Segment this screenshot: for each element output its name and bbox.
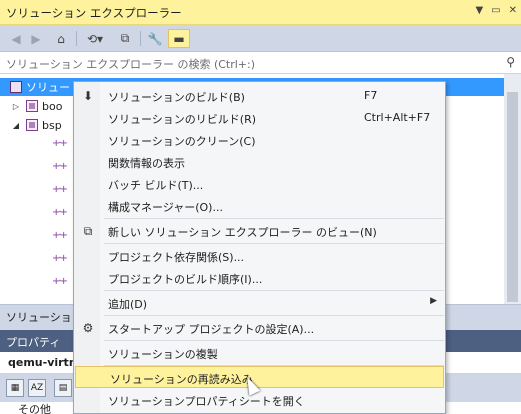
menu-item-project-dependencies[interactable]: プロジェクト依存関係(S)...	[74, 245, 445, 267]
file-icon: +·+	[52, 161, 68, 172]
menu-item-build-solution[interactable]: ⬇ ソリューションのビルド(B) F7	[74, 85, 445, 107]
search-icon[interactable]: ⚲	[506, 55, 515, 69]
menu-item-project-build-order[interactable]: プロジェクトのビルド順序(I)...	[74, 267, 445, 289]
solution-explorer-title-bar: ソリューション エクスプローラー ▼ ▭ ✕	[0, 0, 521, 25]
history-icon[interactable]: ⟲▾	[82, 29, 108, 48]
menu-item-set-startup-projects[interactable]: ⚙ スタートアップ プロジェクトの設定(A)...	[74, 317, 445, 339]
properties-wrench-icon[interactable]: 🔧	[146, 29, 164, 48]
property-pages-icon[interactable]: ▤	[54, 379, 72, 397]
collapse-all-icon[interactable]: ⧉	[116, 29, 134, 48]
file-icon: +·+	[52, 184, 68, 195]
menu-item-clean-solution[interactable]: ソリューションのクリーン(C)	[74, 129, 445, 151]
pin-icon[interactable]: ▭	[491, 5, 500, 16]
search-input[interactable]: ソリューション エクスプローラー の検索 (Ctrl+:)	[6, 56, 255, 72]
tab-solution-explorer[interactable]: ソリューション	[6, 309, 83, 325]
new-view-icon: ⧉	[83, 224, 93, 238]
menu-item-reload-solution[interactable]: ソリューションの再読み込み	[75, 366, 444, 388]
solution-explorer-toolbar: ◀ ▶ ⌂ ⟲▾ ⧉ 🔧 ▬	[0, 25, 521, 52]
collapse-icon[interactable]: ◢	[10, 121, 22, 130]
file-icon: +·+	[52, 138, 68, 149]
submenu-arrow-icon: ▶	[430, 296, 437, 306]
expand-icon[interactable]: ▷	[10, 102, 22, 111]
solution-explorer-search[interactable]: ソリューション エクスプローラー の検索 (Ctrl+:) ⚲	[0, 52, 521, 74]
tree-item-label: bsp	[42, 118, 62, 132]
file-icon: +·+	[52, 230, 68, 241]
solution-icon	[10, 81, 22, 93]
alphabetical-icon[interactable]: AZ	[28, 379, 46, 397]
project-icon	[26, 119, 38, 131]
menu-item-open-property-sheet[interactable]: ソリューションプロパティシートを開く	[74, 389, 445, 411]
solution-explorer-title: ソリューション エクスプローラー	[6, 6, 182, 20]
file-icon: +·+	[52, 276, 68, 287]
menu-item-configuration-manager[interactable]: 構成マネージャー(O)...	[74, 195, 445, 217]
context-menu: ⬇ ソリューションのビルド(B) F7 ソリューションのリビルド(R) Ctrl…	[73, 81, 446, 414]
back-icon[interactable]: ◀	[8, 29, 24, 48]
forward-icon[interactable]: ▶	[28, 29, 44, 48]
properties-title: プロパティ	[6, 336, 61, 349]
properties-object-name: qemu-virtm	[8, 356, 81, 369]
file-icon: +·+	[52, 253, 68, 264]
close-icon[interactable]: ✕	[509, 5, 517, 16]
preview-icon[interactable]: ▬	[168, 29, 190, 48]
gear-icon: ⚙	[82, 321, 94, 335]
menu-item-duplicate-solution[interactable]: ソリューションの複製	[74, 342, 445, 364]
tree-item-project[interactable]: ◢ bsp	[10, 116, 62, 134]
file-icon: +·+	[52, 207, 68, 218]
category-label: その他	[18, 403, 51, 414]
menu-item-show-function-info[interactable]: 関数情報の表示	[74, 151, 445, 173]
build-icon: ⬇	[82, 89, 94, 103]
tree-item-label: boo	[42, 99, 63, 113]
menu-item-batch-build[interactable]: バッチ ビルド(T)...	[74, 173, 445, 195]
menu-item-new-explorer-view[interactable]: ⧉ 新しい ソリューション エクスプローラー のビュー(N)	[74, 220, 445, 242]
tree-scrollbar[interactable]	[504, 74, 521, 304]
home-icon[interactable]: ⌂	[52, 29, 70, 48]
project-icon	[26, 100, 38, 112]
menu-item-add[interactable]: 追加(D) ▶	[74, 292, 445, 314]
dropdown-icon[interactable]: ▼	[475, 5, 483, 16]
categorized-icon[interactable]: ▦	[6, 379, 24, 397]
tree-item-project[interactable]: ▷ boo	[10, 97, 63, 115]
tree-item-label: ソリュー	[26, 81, 70, 94]
menu-item-rebuild-solution[interactable]: ソリューションのリビルド(R) Ctrl+Alt+F7	[74, 107, 445, 129]
